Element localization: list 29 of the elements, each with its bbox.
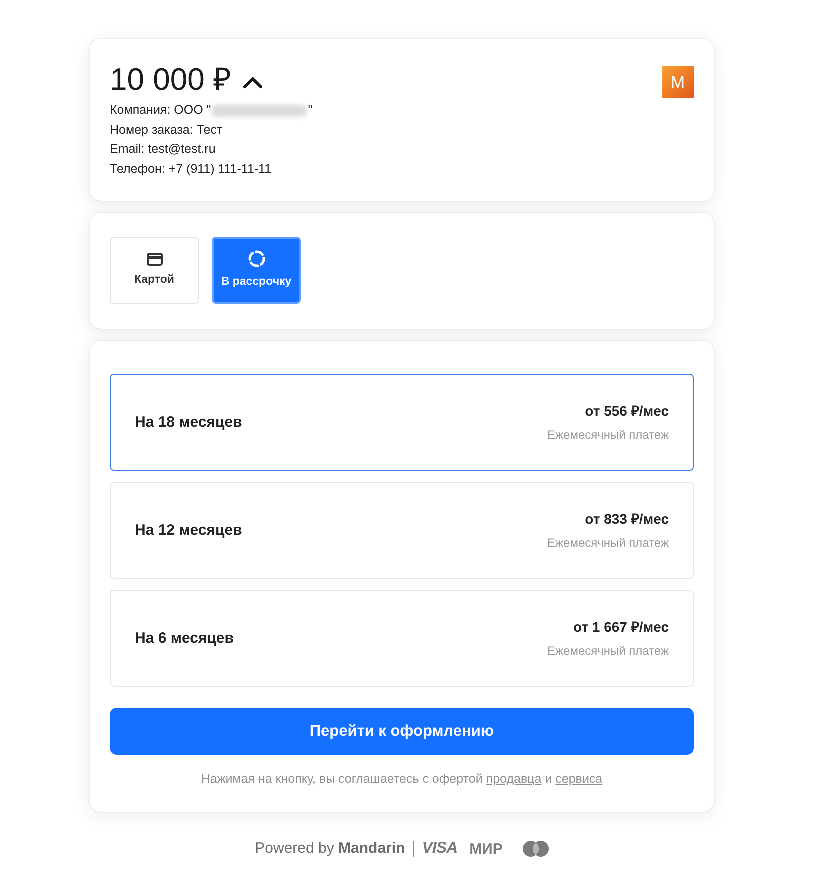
- merchant-logo: M: [662, 66, 694, 98]
- order-detail: Телефон: +7 (911) 111-11-11: [110, 160, 273, 178]
- chevron-up-icon[interactable]: [243, 76, 264, 88]
- installment-option[interactable]: На 18 месяцев от 556 ₽/мес Ежемесячный платеж: [110, 374, 694, 472]
- company-line: Компания: ООО " ": [110, 102, 313, 119]
- monthly-price: от 1 667 ₽/мес: [573, 618, 669, 638]
- price-caption: Ежемесячный платеж: [547, 643, 669, 660]
- submit-button[interactable]: Перейти к оформлению: [110, 708, 694, 756]
- amount: 10 000 ₽: [110, 63, 232, 97]
- two-circles-logo-icon: [522, 841, 549, 858]
- consent-text: Нажимая на кнопку, вы соглашаетесь с офертой продавца и сервиса: [200, 771, 604, 788]
- monthly-price: от 833 ₽/мес: [585, 510, 669, 530]
- powered-by-text: Powered by Mandarin: [255, 839, 406, 860]
- payment-method-tab[interactable]: Картой: [110, 237, 199, 304]
- payment-method-tab[interactable]: В рассрочку: [212, 237, 301, 304]
- term-label: На 12 месяцев: [135, 520, 242, 541]
- price-caption: Ежемесячный платеж: [547, 535, 669, 552]
- term-label: На 6 месяцев: [135, 628, 234, 649]
- ring-icon: [248, 250, 266, 268]
- term-label: На 18 месяцев: [135, 412, 242, 433]
- installment-option[interactable]: На 12 месяцев от 833 ₽/мес Ежемесячный платеж: [110, 482, 694, 580]
- price-caption: Ежемесячный платеж: [547, 427, 669, 444]
- installment-option[interactable]: На 6 месяцев от 1 667 ₽/мес Ежемесячный платеж: [110, 590, 694, 688]
- monthly-price: от 556 ₽/мес: [585, 402, 669, 422]
- order-detail: Email: test@test.ru: [110, 141, 217, 158]
- mir-logo: МИР: [470, 842, 503, 857]
- visa-logo: VISA: [422, 841, 458, 858]
- credit-card-icon: [146, 252, 162, 266]
- order-detail: Номер заказа: Тест: [110, 122, 224, 139]
